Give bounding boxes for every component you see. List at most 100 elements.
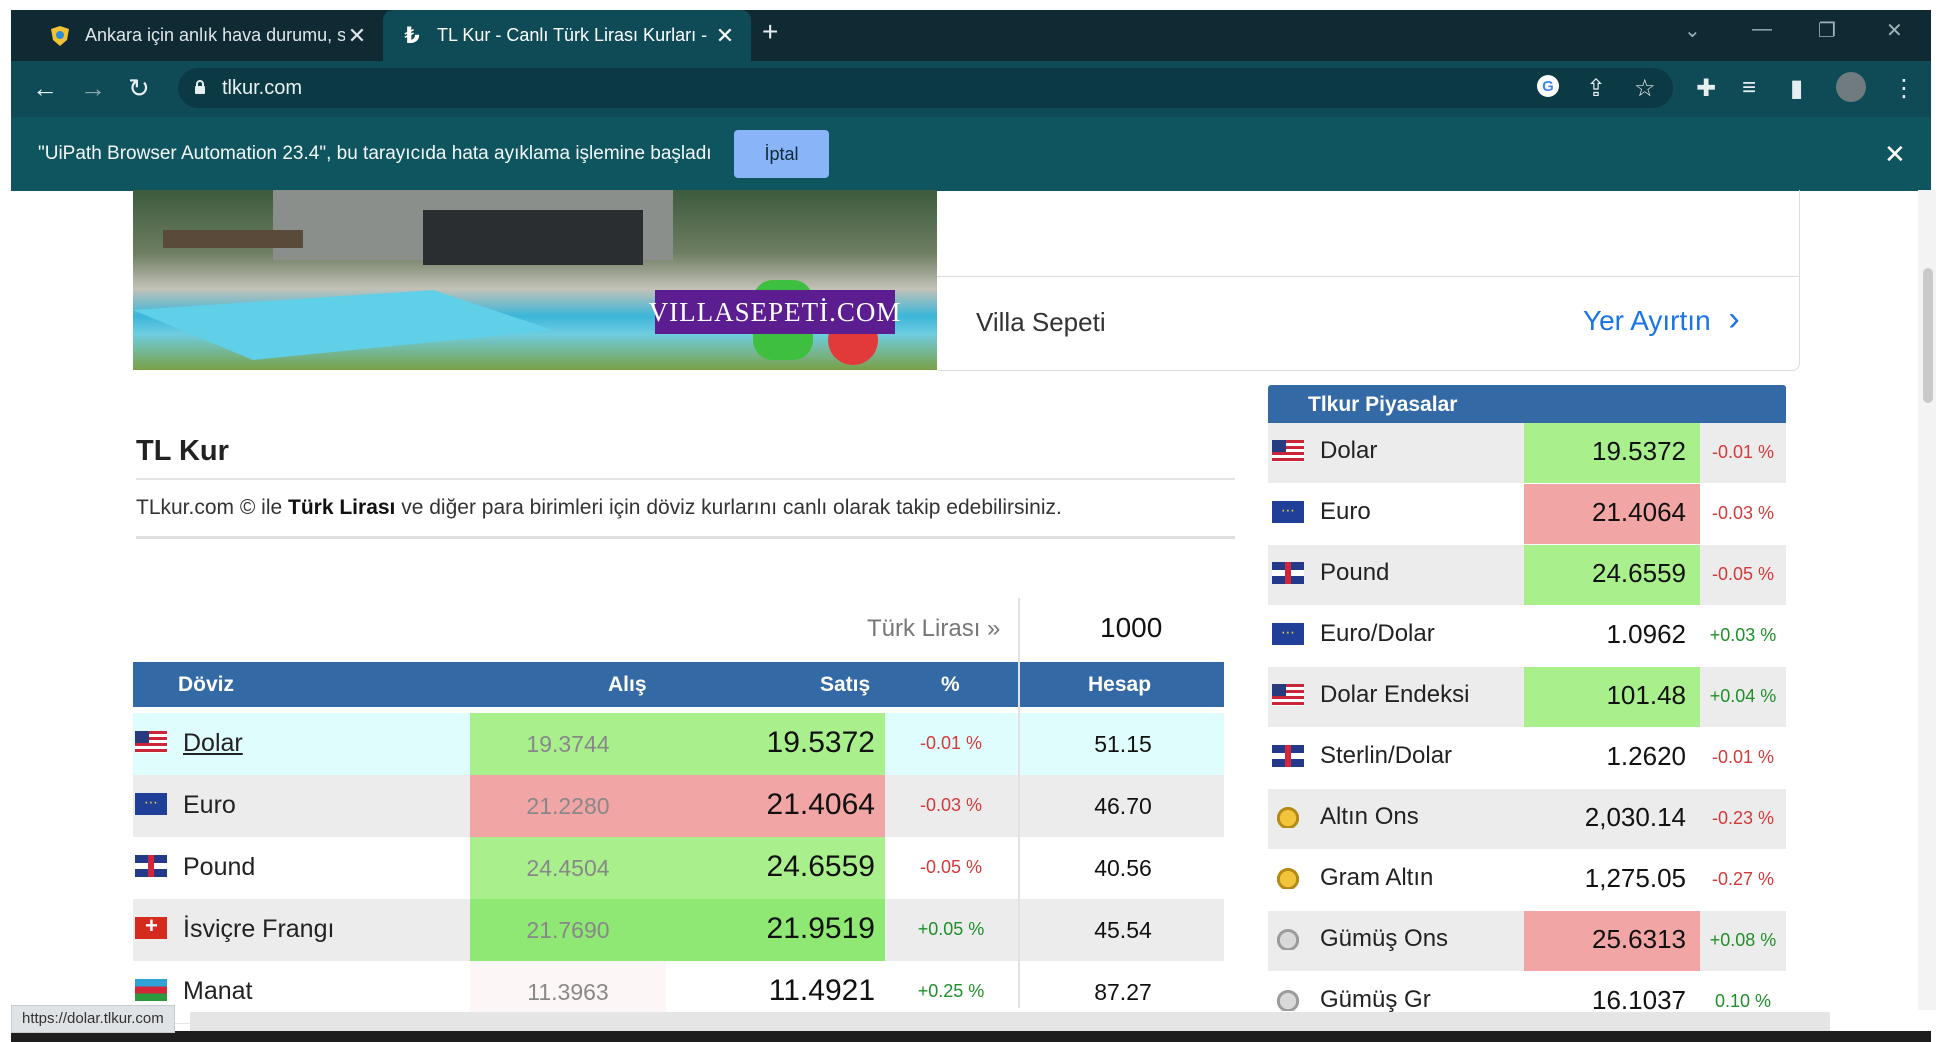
buy-value: 11.3963 [527,979,609,1005]
close-tab-icon[interactable]: ✕ [345,23,369,49]
markets-title: Tlkur Piyasalar [1308,393,1458,416]
currency-name[interactable]: Dolar [183,729,243,758]
silver-icon [1272,989,1304,1011]
lira-icon: ₺ [404,22,420,48]
horizontal-scroll-thumb[interactable] [190,1012,1830,1032]
market-value: 2,030.14 [1584,802,1686,832]
change-percent: -0.01 % [919,733,983,753]
uk-flag-icon [135,855,167,877]
calc-value: 51.15 [1094,731,1152,757]
rates-table-header: Döviz Alış Satış % Hesap [133,662,1224,707]
restore-icon[interactable]: ❐ [1818,18,1836,43]
ad-brand-logo: VILLASEPETİ.COM [649,290,900,334]
calc-value: 40.56 [1094,855,1152,881]
col-doviz: Döviz [178,673,235,696]
market-row[interactable]: Gümüş Ons 25.6313 +0.08 % [1268,911,1786,972]
vertical-scroll-thumb[interactable] [1923,268,1933,403]
market-row[interactable]: Euro/Dolar 1.0962 +0.03 % [1268,606,1786,667]
col-alis: Alış [608,673,647,696]
ad-name: Villa Sepeti [976,307,1106,337]
market-name: Sterlin/Dolar [1320,742,1453,769]
sell-value: 11.4921 [768,974,875,1007]
buy-value: 21.2280 [526,793,610,819]
divider [937,276,1800,277]
us-icon [1272,440,1304,462]
market-change: +0.08 % [1709,930,1777,950]
address-bar[interactable] [178,68,1673,108]
eu-flag-icon [135,793,167,815]
table-row[interactable]: Pound 24.4504 24.6559 -0.05 % 40.56 [133,837,1224,900]
buy-value: 19.3744 [526,731,610,757]
menu-icon[interactable]: ⋮ [1892,74,1916,103]
market-row[interactable]: Altın Ons 2,030.14 -0.23 % [1268,789,1786,850]
table-row[interactable]: Euro 21.2280 21.4064 -0.03 % 46.70 [133,775,1224,838]
svg-text:G: G [1542,78,1554,95]
sell-value: 21.9519 [766,912,875,945]
share-icon[interactable]: ⇪ [1586,74,1606,103]
close-window-icon[interactable]: ✕ [1886,18,1903,43]
market-name: Dolar [1320,437,1378,464]
taskbar-strip [11,1031,1931,1042]
market-change: +0.03 % [1709,625,1777,645]
market-row[interactable]: Pound 24.6559 -0.05 % [1268,545,1786,606]
currency-name: Euro [183,791,236,819]
forward-icon[interactable]: → [80,73,106,104]
side-panel-icon[interactable]: ▮ [1790,74,1803,103]
media-icon[interactable]: ≡ [1742,74,1756,102]
market-row[interactable]: Dolar 19.5372 -0.01 % [1268,423,1786,484]
infobar-close-icon[interactable]: ✕ [1884,139,1906,170]
uk-icon [1272,745,1304,767]
table-row[interactable]: İsviçre Frangı 21.7690 21.9519 +0.05 % 45.54 [133,899,1224,962]
try-amount-input[interactable]: 1000 [1100,612,1162,644]
market-value: 1.0962 [1606,619,1686,649]
divider [136,478,1235,480]
infobar-text: "UiPath Browser Automation 23.4", bu tar… [38,143,712,164]
url-text[interactable]: tlkur.com [222,77,302,100]
ad-cta-link[interactable]: Yer Ayırtın › [1583,302,1740,337]
market-change: -0.01 % [1711,442,1775,462]
lock-icon[interactable] [194,80,206,100]
market-name: Euro [1320,498,1371,525]
ad-cta-label: Yer Ayırtın [1583,305,1711,336]
tab-tlkur[interactable]: ₺ TL Kur - Canlı Türk Lirası Kurları - ✕ [383,10,751,61]
market-value: 19.5372 [1592,436,1686,466]
silver-icon [1272,928,1304,950]
change-percent: +0.05 % [917,919,985,939]
col-hesap: Hesap [1088,673,1152,696]
minimize-icon[interactable]: — [1752,18,1772,41]
market-change: 0.10 % [1714,991,1772,1011]
chevron-right-icon: › [1728,300,1740,338]
status-url: https://dolar.tlkur.com [11,1005,175,1033]
market-value: 101.48 [1606,680,1686,710]
back-icon[interactable]: ← [32,73,58,104]
sell-value: 19.5372 [766,726,875,759]
market-change: -0.23 % [1711,808,1775,828]
bookmark-star-icon[interactable]: ☆ [1634,74,1656,103]
cancel-button[interactable]: İptal [734,130,829,178]
try-amount-label: Türk Lirası » [867,615,1001,642]
uk-icon [1272,562,1304,584]
calc-value: 45.54 [1094,917,1152,943]
az-flag-icon [135,979,167,1001]
column-divider [1018,598,1020,1008]
extensions-icon[interactable]: ✚ [1696,74,1716,103]
tab-weather[interactable]: Ankara için anlık hava durumu, s ✕ [31,10,383,61]
new-tab-icon[interactable]: + [762,16,778,48]
market-name: Gümüş Gr [1320,986,1431,1013]
ad-panel [937,190,1800,371]
close-tab-icon[interactable]: ✕ [713,23,737,49]
market-row[interactable]: Gram Altın 1,275.05 -0.27 % [1268,850,1786,911]
market-row[interactable]: Sterlin/Dolar 1.2620 -0.01 % [1268,728,1786,789]
tab-search-icon[interactable]: ⌄ [1684,18,1701,43]
tab-title: TL Kur - Canlı Türk Lirası Kurları - [437,25,708,45]
ad-image[interactable] [133,190,937,370]
market-name: Gram Altın [1320,864,1434,891]
profile-avatar[interactable] [1836,72,1866,102]
market-row[interactable]: Euro 21.4064 -0.03 % [1268,484,1786,545]
reload-icon[interactable]: ↻ [128,73,150,104]
market-row[interactable]: Dolar Endeksi 101.48 +0.04 % [1268,667,1786,728]
google-icon[interactable]: G [1536,74,1560,105]
market-name: Dolar Endeksi [1320,681,1470,708]
weather-shield-icon [49,25,71,47]
table-row[interactable]: Dolar 19.3744 19.5372 -0.01 % 51.15 [133,713,1224,776]
